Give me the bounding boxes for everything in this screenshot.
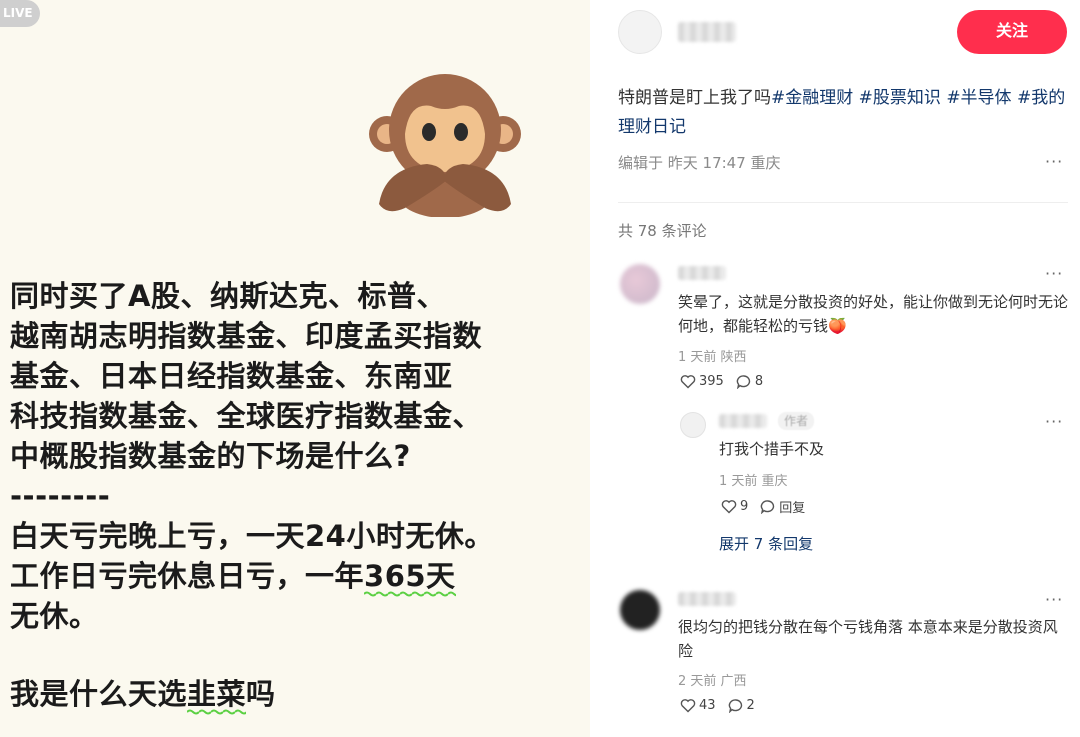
text-line: 我是什么天选韭菜吗: [10, 674, 580, 715]
text-line: --------: [10, 479, 111, 513]
edit-meta: 编辑于 昨天 17:47 重庆: [618, 154, 781, 172]
author-name-blurred[interactable]: [678, 22, 736, 42]
comment-text: 很均匀的把钱分散在每个亏钱角落 本意本来是分散投资风险: [678, 618, 1058, 660]
expand-replies-link[interactable]: 展开 7 条回复: [719, 533, 813, 554]
reply-count: 2: [746, 698, 755, 713]
live-badge: LIVE: [0, 0, 40, 27]
comment-text: 笑晕了，这就是分散投资的好处，能让你做到无论何时无论何地，都能轻松的亏钱🍑: [678, 293, 1069, 335]
see-no-evil-monkey-icon: [369, 74, 521, 217]
comment-bubble-icon: [728, 698, 744, 713]
text-line: 工作日亏完休息日亏，一年365天: [10, 556, 580, 597]
like-button[interactable]: 9: [721, 499, 748, 514]
comment-actions: 9 回复: [721, 497, 805, 516]
text-span: 我是什么天选: [10, 677, 188, 711]
comment-actions: 395 8: [680, 374, 763, 389]
text-span: 吗: [246, 677, 276, 711]
comment-meta: 1 天前 陕西: [678, 350, 747, 365]
text-span: 工作日亏完休息日亏，一年: [10, 559, 365, 593]
commenter-avatar[interactable]: [620, 590, 660, 630]
more-options-icon[interactable]: ···: [1045, 152, 1063, 171]
text-line: 科技指数基金、全球医疗指数基金、: [10, 399, 483, 433]
text-line: 中概股指数基金的下场是什么?: [10, 439, 411, 473]
reply-button[interactable]: 8: [736, 374, 763, 389]
hashtag-link[interactable]: #半导体: [946, 88, 1011, 108]
commenter-name-blurred[interactable]: [678, 592, 736, 606]
comment-meta: 1 天前 重庆: [719, 474, 788, 489]
post-detail-panel: 关注 特朗普是盯上我了吗#金融理财 #股票知识 #半导体 #我的理财日记 编辑于…: [590, 0, 1080, 737]
reply-label: 回复: [779, 501, 806, 516]
follow-button[interactable]: 关注: [957, 10, 1067, 54]
text-line: 基金、日本日经指数基金、东南亚: [10, 359, 453, 393]
author-reply-avatar[interactable]: [680, 412, 706, 438]
reply-button[interactable]: 回复: [760, 497, 805, 516]
commenter-name-blurred[interactable]: [678, 266, 726, 280]
comment-bubble-icon: [760, 499, 776, 514]
hashtag-link[interactable]: #金融理财: [771, 88, 853, 108]
author-avatar[interactable]: [618, 10, 662, 54]
more-options-icon[interactable]: ···: [1045, 412, 1063, 431]
reply-count: 8: [754, 374, 764, 389]
heart-icon: [680, 698, 696, 713]
text-line: 越南胡志明指数基金、印度孟买指数: [10, 319, 483, 353]
comment-bubble-icon: [736, 374, 752, 389]
post-title: 特朗普是盯上我了吗#金融理财 #股票知识 #半导体 #我的理财日记: [618, 84, 1068, 142]
post-title-text: 特朗普是盯上我了吗: [618, 88, 771, 108]
like-count: 9: [740, 499, 749, 514]
author-badge: 作者: [778, 412, 815, 430]
highlighted-text: 365天: [364, 559, 456, 597]
reply-button[interactable]: 2: [728, 698, 755, 713]
like-button[interactable]: 395: [680, 374, 724, 389]
post-image: LIVE 同时买了A股、纳斯达克、标普、 越南胡志明指数基金、印度孟买指数 基金…: [0, 0, 590, 737]
comment-count: 共 78 条评论: [618, 222, 707, 240]
reply-text: 打我个措手不及: [719, 440, 825, 458]
divider: [618, 202, 1068, 203]
like-count: 43: [699, 698, 716, 713]
post-image-text: 同时买了A股、纳斯达克、标普、 越南胡志明指数基金、印度孟买指数 基金、日本日经…: [10, 276, 580, 715]
text-line: 同时买了A股、纳斯达克、标普、: [10, 279, 446, 313]
more-options-icon[interactable]: ···: [1045, 264, 1063, 283]
heart-icon: [680, 374, 696, 389]
commenter-avatar[interactable]: [620, 264, 660, 304]
heart-icon: [721, 499, 737, 514]
like-count: 395: [699, 374, 724, 389]
comment-meta: 2 天前 广西: [678, 674, 747, 689]
highlighted-text: 韭菜: [187, 677, 247, 715]
text-line: 白天亏完晚上亏，一天24小时无休。: [10, 519, 494, 553]
text-line: 无休。: [10, 599, 99, 633]
reply-author-name-blurred[interactable]: [719, 414, 767, 428]
more-options-icon[interactable]: ···: [1045, 590, 1063, 609]
hashtag-link[interactable]: #股票知识: [859, 88, 941, 108]
comment-actions: 43 2: [680, 698, 755, 713]
like-button[interactable]: 43: [680, 698, 716, 713]
